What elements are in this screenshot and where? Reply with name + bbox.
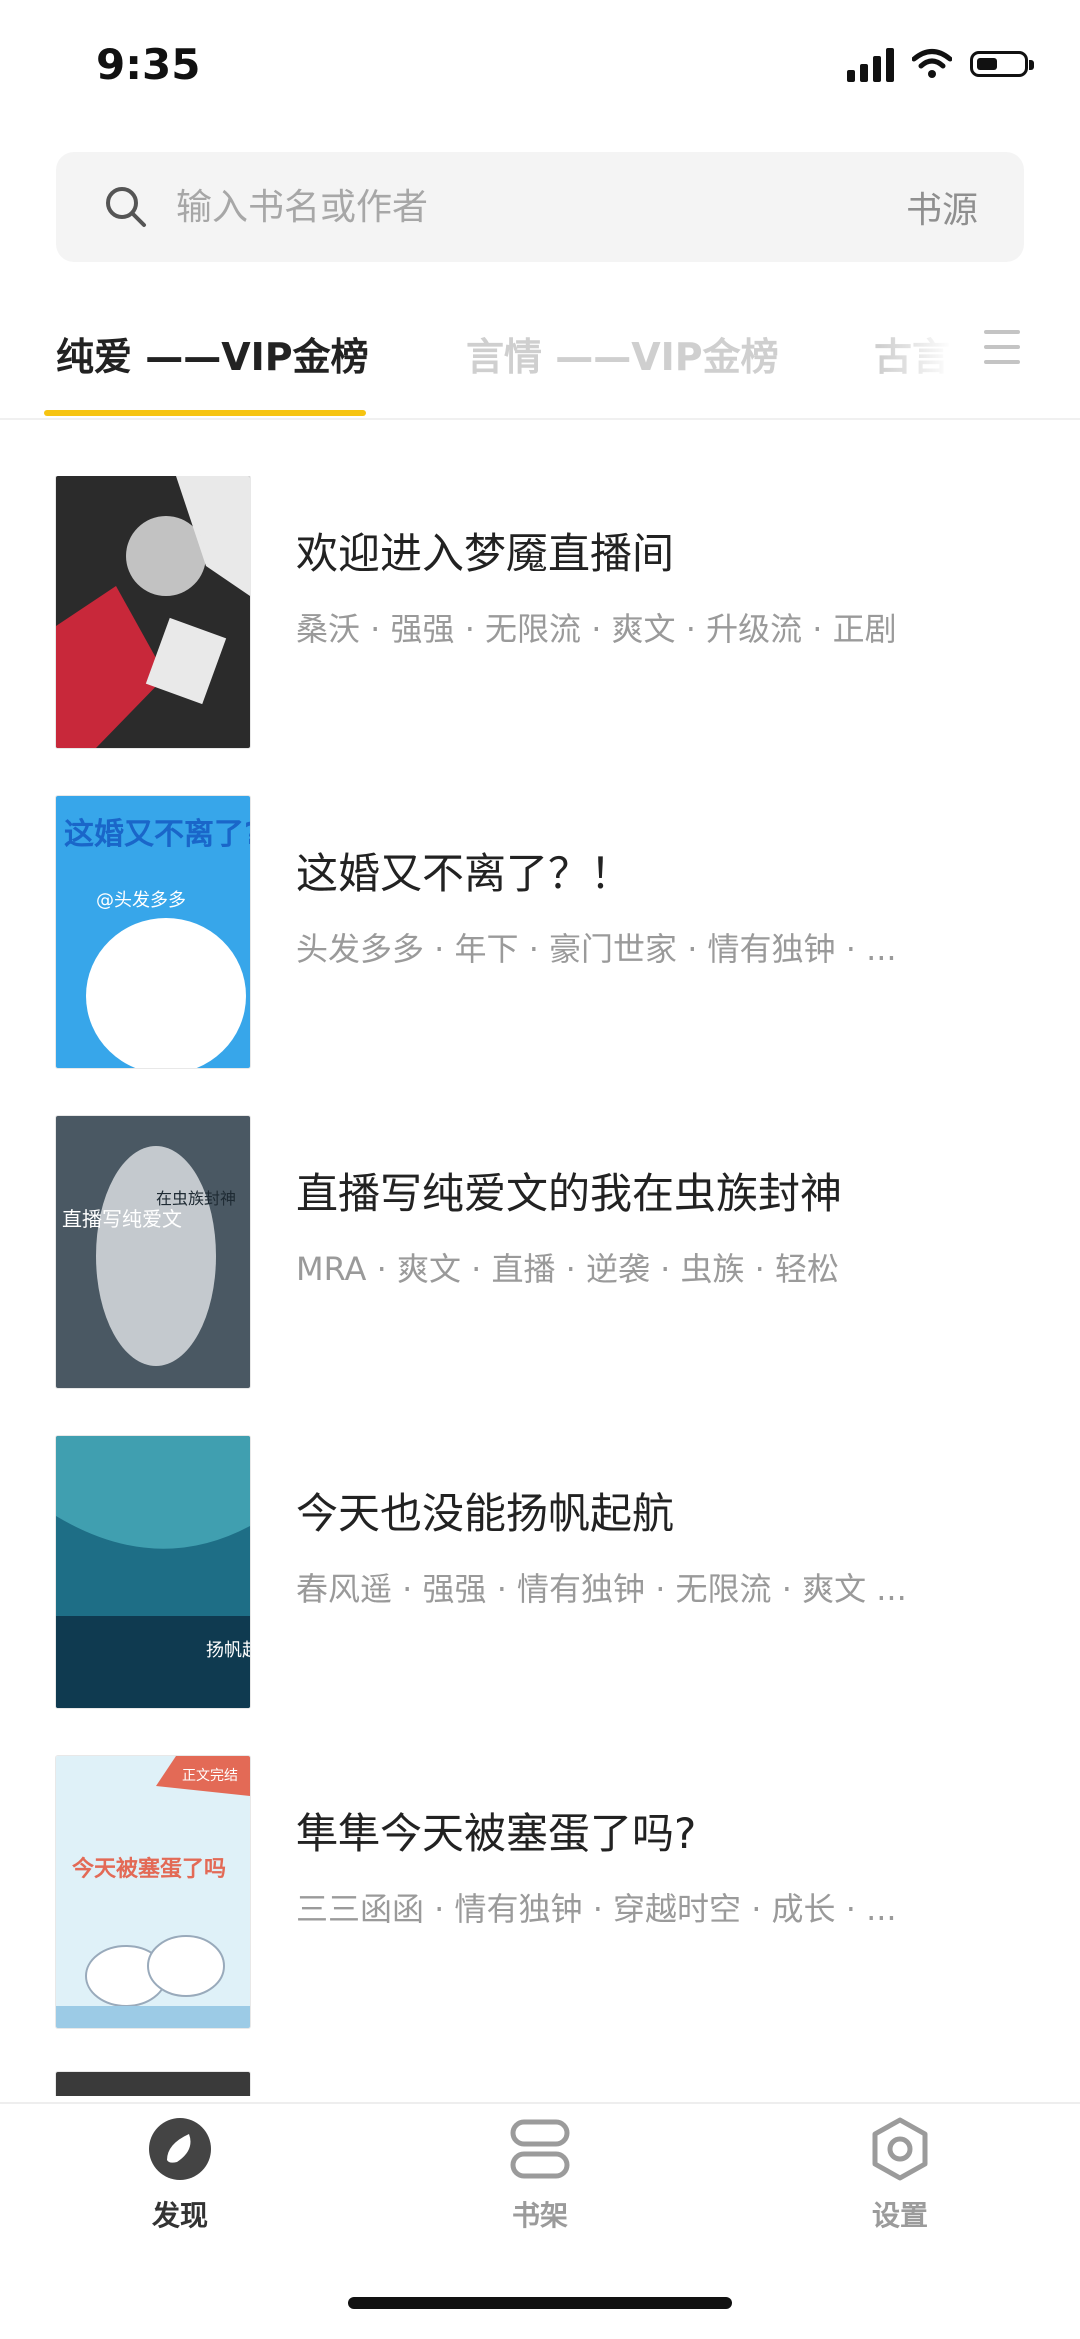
book-meta: 春风遥 · 强强 · 情有独钟 · 无限流 · 爽文 ... bbox=[296, 1570, 907, 1608]
book-list: 欢迎进入梦魇直播间 桑沃 · 强强 · 无限流 · 爽文 · 升级流 · 正剧 … bbox=[0, 476, 1080, 2096]
nav-bookshelf[interactable]: 书架 bbox=[450, 2116, 630, 2234]
nav-label-bookshelf: 书架 bbox=[511, 2199, 568, 2232]
cover-author-text: @头发多多 bbox=[96, 890, 186, 911]
compass-icon bbox=[149, 2118, 211, 2180]
home-indicator bbox=[348, 2297, 732, 2309]
book-cover: 直播写纯爱文 在虫族封神 bbox=[56, 1116, 250, 1388]
wifi-icon bbox=[912, 49, 952, 78]
search-input[interactable] bbox=[174, 185, 906, 229]
nav-settings[interactable]: 设置 bbox=[810, 2116, 990, 2234]
settings-icon bbox=[872, 2117, 928, 2181]
tab-yanqing-vip[interactable]: 言情 ——VIP金榜 bbox=[466, 326, 779, 381]
book-title: 欢迎进入梦魇直播间 bbox=[296, 529, 675, 578]
nav-discover[interactable]: 发现 bbox=[90, 2116, 270, 2234]
book-meta: 三三函函 · 情有独钟 · 穿越时空 · 成长 · ... bbox=[296, 1890, 897, 1928]
book-cover: 这婚又不离了?! @头发多多 bbox=[56, 796, 250, 1068]
nav-label-discover: 发现 bbox=[151, 2199, 208, 2232]
search-bar[interactable]: 书源 bbox=[56, 152, 1024, 262]
cellular-signal-icon bbox=[847, 46, 894, 82]
book-meta: MRA · 爽文 · 直播 · 逆袭 · 虫族 · 轻松 bbox=[296, 1250, 840, 1288]
book-title: 这婚又不离了？！ bbox=[296, 849, 633, 898]
active-tab-indicator bbox=[44, 410, 366, 416]
book-cover: 正文完结 今天被塞蛋了吗 bbox=[56, 1756, 250, 2028]
cover-badge-text: 正文完结 bbox=[182, 1768, 238, 1784]
category-tabs: 纯爱 ——VIP金榜 言情 ——VIP金榜 古言 bbox=[0, 300, 1080, 420]
bookshelf-icon bbox=[510, 2119, 570, 2179]
book-cover bbox=[56, 2072, 250, 2096]
book-title: 今天也没能扬帆起航 bbox=[296, 1489, 675, 1538]
cover-title-text: 扬帆起航 bbox=[206, 1640, 250, 1661]
book-cover bbox=[56, 476, 250, 748]
status-icons bbox=[847, 46, 1034, 82]
cover-subtitle-text: 在虫族封神 bbox=[156, 1189, 236, 1208]
book-source-button[interactable]: 书源 bbox=[906, 181, 978, 233]
cover-title-text: 直播写纯爱文 bbox=[62, 1207, 182, 1231]
book-meta: 头发多多 · 年下 · 豪门世家 · 情有独钟 · ... bbox=[296, 930, 897, 968]
search-icon bbox=[106, 187, 146, 227]
cover-figure bbox=[96, 1146, 216, 1366]
tab-chunai-vip[interactable]: 纯爱 ——VIP金榜 bbox=[56, 326, 369, 381]
cover-ghost bbox=[86, 918, 246, 1068]
book-item[interactable] bbox=[0, 2072, 1080, 2096]
status-bar: 9:35 bbox=[0, 0, 1080, 135]
book-item[interactable]: 欢迎进入梦魇直播间 桑沃 · 强强 · 无限流 · 爽文 · 升级流 · 正剧 bbox=[0, 476, 1080, 752]
cover-ground bbox=[56, 2006, 250, 2028]
book-item[interactable]: 直播写纯爱文 在虫族封神 直播写纯爱文的我在虫族封神 MRA · 爽文 · 直播… bbox=[0, 1116, 1080, 1392]
book-item[interactable]: 正文完结 今天被塞蛋了吗 隼隼今天被塞蛋了吗? 三三函函 · 情有独钟 · 穿越… bbox=[0, 1756, 1080, 2032]
status-time: 9:35 bbox=[96, 40, 201, 89]
cover-title-text: 今天被塞蛋了吗 bbox=[72, 1856, 226, 1882]
book-meta: 桑沃 · 强强 · 无限流 · 爽文 · 升级流 · 正剧 bbox=[296, 610, 897, 648]
cover-figure bbox=[126, 516, 206, 596]
cover-depth bbox=[56, 1616, 250, 1708]
book-item[interactable]: 这婚又不离了?! @头发多多 这婚又不离了？！ 头发多多 · 年下 · 豪门世家… bbox=[0, 796, 1080, 1072]
nav-label-settings: 设置 bbox=[871, 2199, 928, 2232]
book-title: 直播写纯爱文的我在虫族封神 bbox=[296, 1169, 843, 1218]
cover-title-text: 这婚又不离了?! bbox=[64, 817, 250, 852]
book-title: 隼隼今天被塞蛋了吗? bbox=[296, 1809, 697, 1858]
book-cover: 扬帆起航 bbox=[56, 1436, 250, 1708]
battery-icon bbox=[970, 51, 1034, 77]
menu-icon[interactable] bbox=[984, 330, 1020, 366]
battery-level bbox=[977, 58, 997, 70]
book-item[interactable]: 扬帆起航 今天也没能扬帆起航 春风遥 · 强强 · 情有独钟 · 无限流 · 爽… bbox=[0, 1436, 1080, 1712]
cover-chick-right bbox=[147, 1935, 225, 1997]
tab-fade-overlay bbox=[880, 320, 970, 390]
